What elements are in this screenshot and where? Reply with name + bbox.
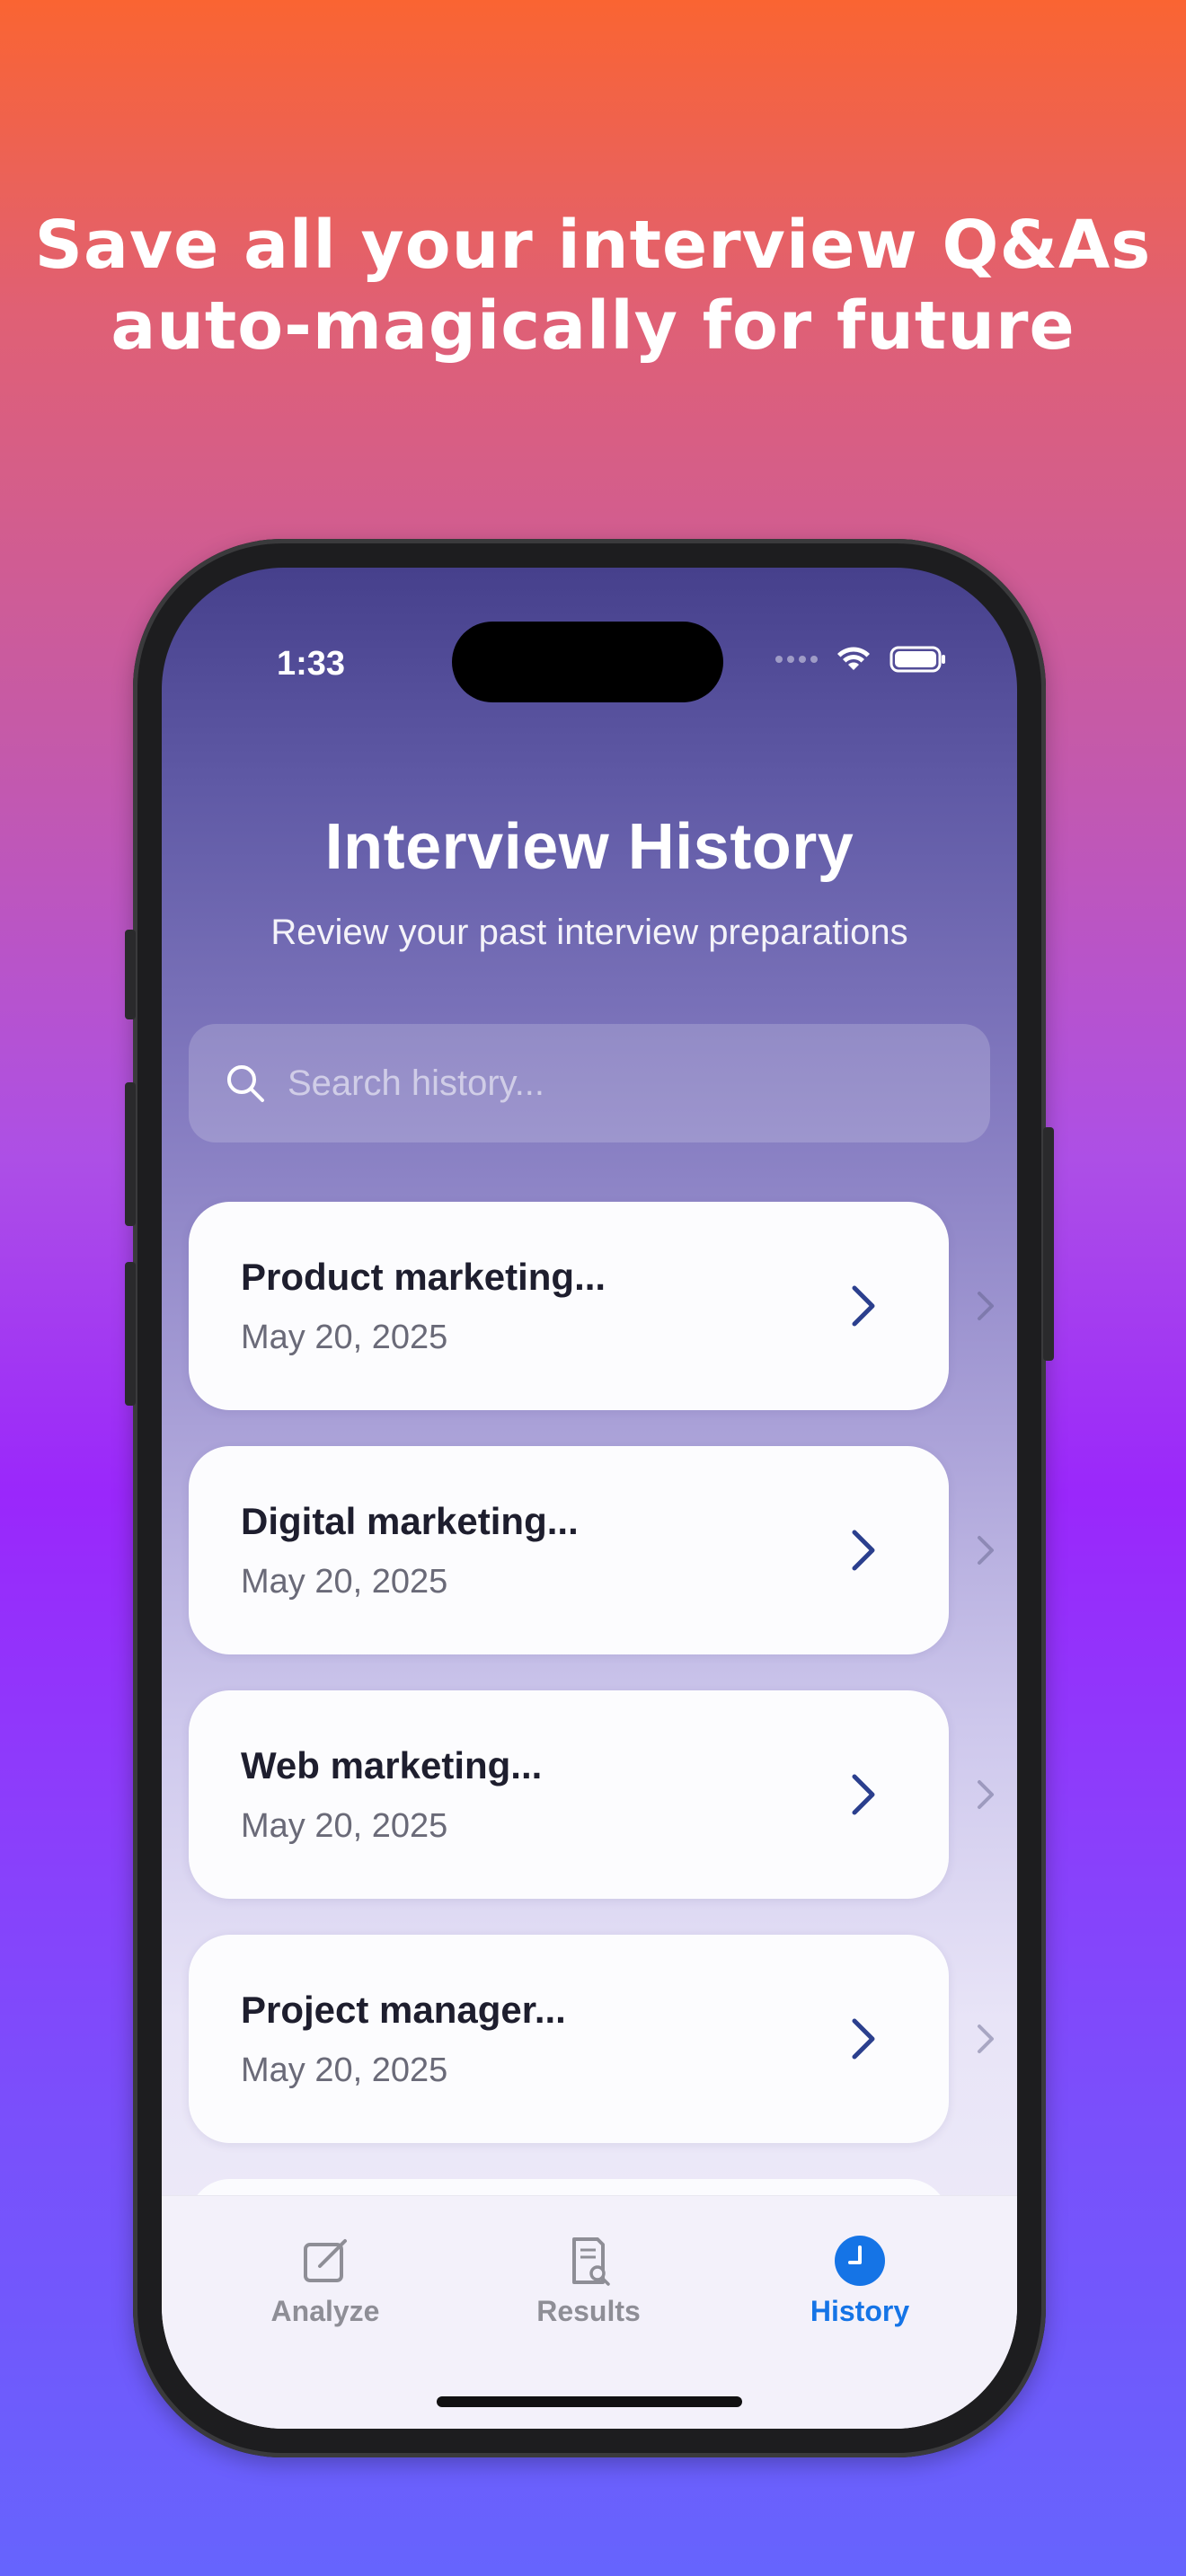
history-card-title: Digital marketing...: [241, 1500, 579, 1542]
dynamic-island: [452, 622, 723, 702]
status-time: 1:33: [277, 645, 346, 683]
phone-screen: 1:33 Interview History Review your past …: [162, 568, 1017, 2429]
chevron-right-icon: [852, 1530, 875, 1571]
history-card[interactable]: Digital marketing... May 20, 2025: [189, 1446, 949, 1654]
tab-results-label: Results: [536, 2295, 641, 2327]
status-icons: [775, 645, 947, 674]
tab-history[interactable]: History: [770, 2234, 950, 2328]
tab-analyze-label: Analyze: [270, 2295, 380, 2327]
volume-up-button: [125, 1082, 136, 1226]
history-row: Digital marketing... May 20, 2025: [189, 1446, 1017, 1654]
promo-headline-line-1: Save all your interview Q&As: [34, 207, 1152, 284]
cellular-signal-icon: [775, 656, 818, 663]
page-title: Interview History: [324, 811, 854, 883]
volume-down-button: [125, 1262, 136, 1406]
promo-headline: Save all your interview Q&As auto-magica…: [0, 205, 1186, 366]
history-card-date: May 20, 2025: [241, 1563, 448, 1601]
tab-analyze[interactable]: Analyze: [235, 2234, 415, 2328]
page-subtitle: Review your past interview preparations: [270, 913, 908, 952]
history-card[interactable]: Web marketing... May 20, 2025: [189, 1690, 949, 1899]
chevron-right-icon: [852, 1285, 875, 1327]
tab-bar: Analyze Results History: [162, 2195, 1017, 2429]
history-row: Project manager... May 20, 2025: [189, 1935, 1017, 2143]
chevron-right-icon: [852, 1774, 875, 1815]
history-card-title: Web marketing...: [241, 1744, 543, 1786]
document-search-icon: [572, 2237, 610, 2286]
search-icon: [227, 1065, 264, 1102]
search-input[interactable]: [286, 1062, 972, 1105]
edit-icon: [304, 2239, 347, 2282]
row-chevron-icon: [978, 1780, 994, 1809]
clock-icon: [835, 2236, 885, 2286]
history-card-title: Product marketing...: [241, 1256, 606, 1298]
history-row: Web marketing... May 20, 2025: [189, 1690, 1017, 1899]
power-button: [1043, 1127, 1054, 1361]
history-card[interactable]: Project manager... May 20, 2025: [189, 1935, 949, 2143]
history-card-date: May 20, 2025: [241, 1319, 448, 1356]
history-list: Product marketing... May 20, 2025 Digita…: [189, 1202, 1017, 2179]
promo-headline-line-2: auto-magically for future: [111, 287, 1075, 365]
history-card-date: May 20, 2025: [241, 1807, 448, 1845]
row-chevron-icon: [978, 1292, 994, 1320]
battery-icon: [890, 646, 945, 673]
home-indicator: [437, 2396, 742, 2407]
history-row: Product marketing... May 20, 2025: [189, 1202, 1017, 1410]
tab-history-label: History: [810, 2295, 910, 2327]
history-card[interactable]: Product marketing... May 20, 2025: [189, 1202, 949, 1410]
action-button: [125, 930, 136, 1019]
history-card-title: Project manager...: [241, 1989, 566, 2031]
search-bar[interactable]: [189, 1024, 990, 1142]
history-card-date: May 20, 2025: [241, 2051, 448, 2089]
tab-results[interactable]: Results: [499, 2234, 678, 2328]
row-chevron-icon: [978, 2025, 994, 2053]
chevron-right-icon: [852, 2018, 875, 2060]
row-chevron-icon: [978, 1536, 994, 1565]
wifi-icon: [837, 647, 870, 670]
